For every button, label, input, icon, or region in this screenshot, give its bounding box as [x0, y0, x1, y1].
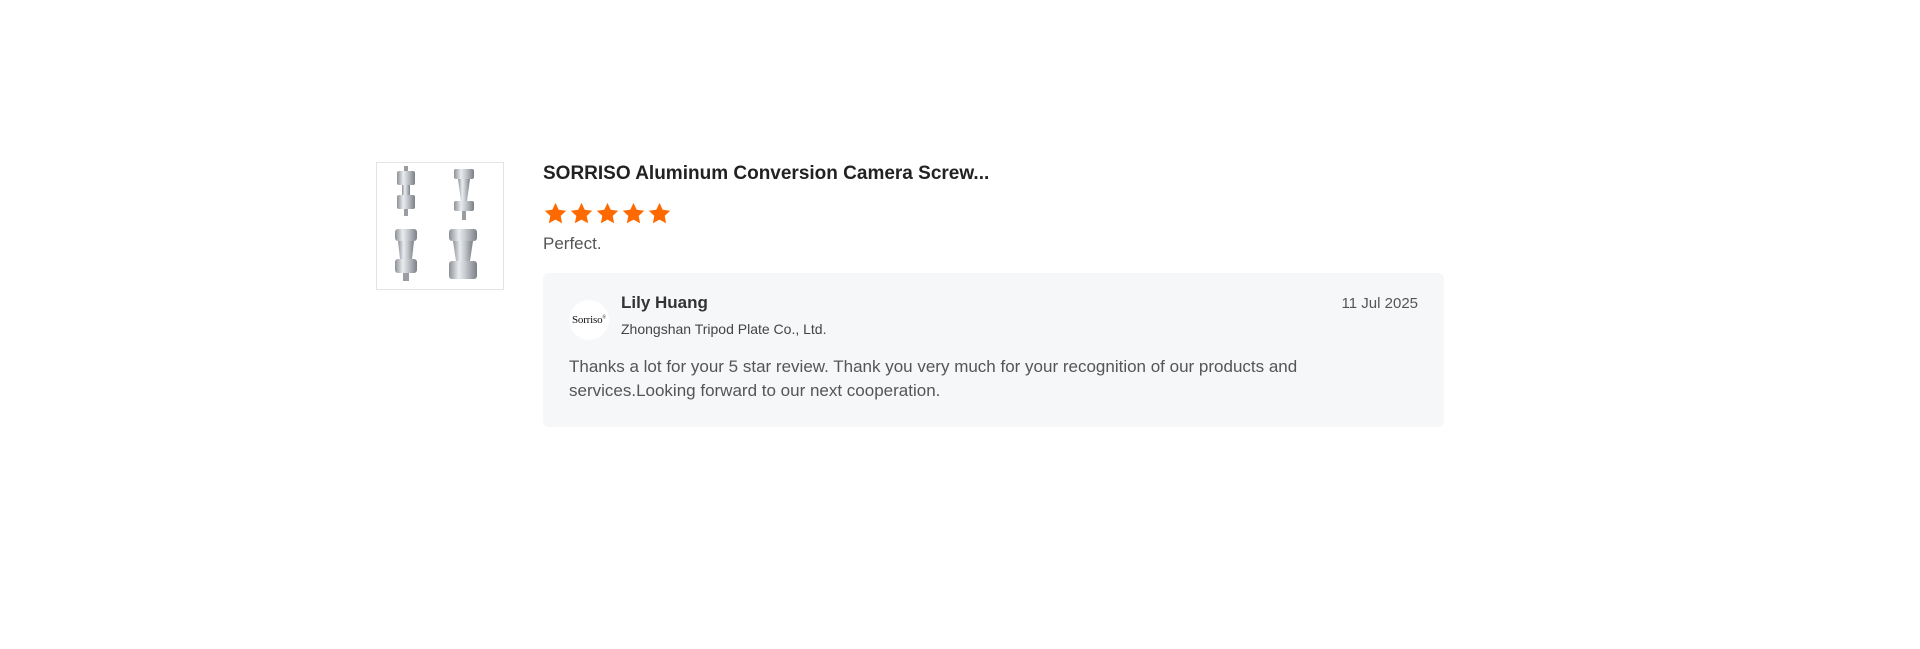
reply-date: 11 Jul 2025: [1341, 295, 1418, 312]
reply-text: Thanks a lot for your 5 star review. Tha…: [569, 357, 1298, 400]
product-thumbnail[interactable]: [376, 162, 504, 290]
product-title[interactable]: SORRISO Aluminum Conversion Camera Screw…: [543, 163, 1444, 185]
adapter-top-right: [454, 169, 474, 220]
reply-header: Sorriso® Lily Huang Zhongshan Tripod Pla…: [569, 293, 1418, 341]
supplier-logo-text: Sorriso: [572, 314, 603, 326]
adapter-bottom-right: [449, 229, 477, 279]
star-icon: [596, 202, 619, 224]
star-rating: [543, 201, 1444, 226]
reply-author-name: Lily Huang: [621, 293, 708, 312]
reply-company-name: Zhongshan Tripod Plate Co., Ltd.: [621, 321, 827, 337]
adapter-bottom-left: [395, 229, 417, 281]
supplier-reply: Sorriso® Lily Huang Zhongshan Tripod Pla…: [543, 273, 1444, 427]
supplier-logo: Sorriso®: [572, 314, 606, 326]
adapter-top-left: [397, 166, 415, 216]
star-icon: [622, 202, 645, 224]
reply-author: Lily Huang Zhongshan Tripod Plate Co., L…: [621, 293, 826, 337]
supplier-avatar: Sorriso®: [569, 300, 609, 340]
star-icon: [544, 202, 567, 224]
product-thumbnail-icon: [395, 166, 477, 281]
review-comment: Perfect.: [543, 234, 602, 253]
star-icon: [570, 202, 593, 224]
star-icon: [648, 202, 671, 224]
review-body: SORRISO Aluminum Conversion Camera Screw…: [543, 162, 1444, 427]
supplier-logo-mark: ®: [602, 315, 606, 321]
